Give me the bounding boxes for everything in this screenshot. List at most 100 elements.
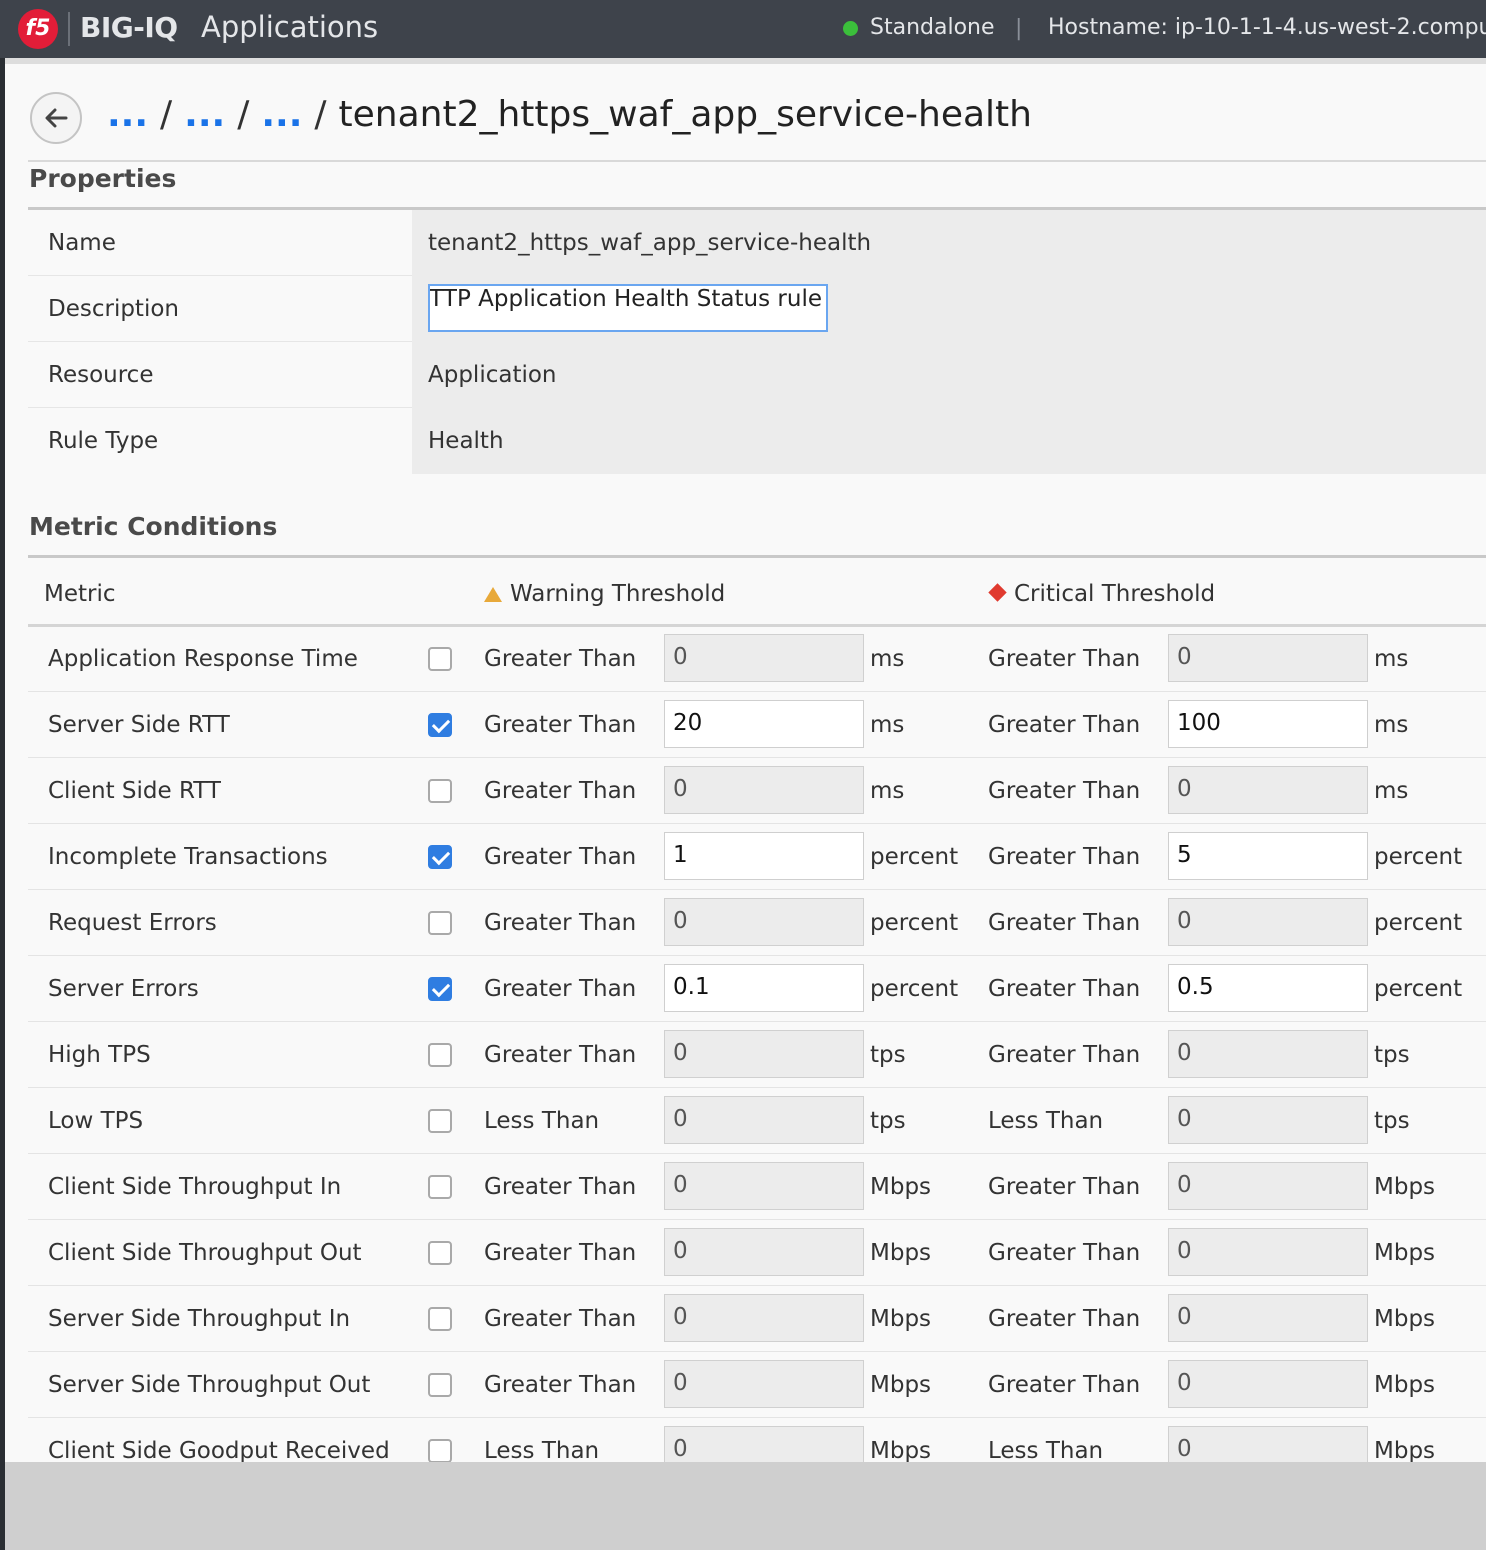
critical-threshold-input[interactable]: 0 [1168,1360,1368,1408]
breadcrumb-item[interactable]: ... [261,94,302,135]
warning-threshold-input[interactable]: 0 [664,1162,864,1210]
hostname: Hostname: ip-10-1-1-4.us-west-2.compute.… [1048,15,1486,40]
critical-unit: Mbps [1374,1438,1436,1462]
critical-unit: tps [1374,1108,1410,1134]
warning-unit: Mbps [870,1372,932,1398]
metric-enable-checkbox[interactable] [428,977,452,1001]
warning-operator: Greater Than [484,844,637,870]
warning-threshold-input[interactable]: 0 [664,1294,864,1342]
critical-threshold-input[interactable]: 5 [1168,832,1368,880]
metric-enable-checkbox[interactable] [428,1373,452,1397]
critical-threshold-input[interactable]: 0 [1168,1030,1368,1078]
metric-enable-checkbox[interactable] [428,647,452,671]
critical-diamond-icon [988,583,1007,602]
critical-unit: percent [1374,844,1463,870]
critical-unit: Mbps [1374,1240,1436,1266]
back-button[interactable] [30,92,82,144]
warning-threshold-input[interactable]: 0 [664,1360,864,1408]
property-label: Rule Type [48,428,159,454]
warning-operator: Greater Than [484,910,637,936]
warning-threshold-input[interactable]: 0 [664,1030,864,1078]
breadcrumb-item[interactable]: ... [184,94,225,135]
metric-name: Server Errors [48,976,199,1002]
metric-name: Low TPS [48,1108,144,1134]
metric-name: Server Side Throughput Out [48,1372,371,1398]
metric-row: Client Side Throughput Out Greater Than 0 M… [28,1220,1486,1286]
property-row-description: Description HTTP Application Health Stat… [28,276,1486,342]
critical-threshold-input[interactable]: 0.5 [1168,964,1368,1012]
metric-enable-checkbox[interactable] [428,1307,452,1331]
metric-enable-checkbox[interactable] [428,1439,452,1462]
critical-threshold-input[interactable]: 100 [1168,700,1368,748]
warning-unit: percent [870,910,959,936]
warning-threshold-input[interactable]: 0 [664,634,864,682]
metric-enable-checkbox[interactable] [428,1241,452,1265]
warning-unit: tps [870,1108,906,1134]
warning-column-label: Warning Threshold [510,581,726,607]
warning-operator: Less Than [484,1108,600,1134]
metric-table-body: Application Response Time Greater Than 0 ms… [28,626,1486,1462]
metric-enable-checkbox[interactable] [428,779,452,803]
warning-unit: Mbps [870,1174,932,1200]
critical-unit: percent [1374,976,1463,1002]
metric-enable-checkbox[interactable] [428,1043,452,1067]
property-label: Resource [48,362,154,388]
critical-operator: Greater Than [988,910,1141,936]
critical-threshold-input[interactable]: 0 [1168,1426,1368,1462]
property-value-bg [412,342,1486,408]
metric-enable-checkbox[interactable] [428,845,452,869]
warning-threshold-input[interactable]: 0 [664,1426,864,1462]
critical-threshold-input[interactable]: 0 [1168,1096,1368,1144]
metric-name: Client Side RTT [48,778,221,804]
warning-threshold-input[interactable]: 20 [664,700,864,748]
metric-name: Client Side Throughput Out [48,1240,362,1266]
warning-threshold-input[interactable]: 0 [664,898,864,946]
description-input[interactable]: HTTP Application Health Status rule [428,284,828,332]
breadcrumb-item[interactable]: ... [107,94,148,135]
arrow-left-icon [45,108,68,128]
metric-table-header: Metric Warning Threshold Critical Thresh… [28,561,1486,627]
logo-divider [68,12,70,46]
warning-unit: ms [870,712,905,738]
metric-enable-checkbox[interactable] [428,1109,452,1133]
f5-logo[interactable]: f5 [18,9,58,49]
critical-threshold-input[interactable]: 0 [1168,766,1368,814]
metric-row: Server Errors Greater Than 0.1 percent Great… [28,956,1486,1022]
metric-row: Request Errors Greater Than 0 percent Greate… [28,890,1486,956]
warning-threshold-input[interactable]: 0 [664,1228,864,1276]
metric-row: Application Response Time Greater Than 0 ms… [28,626,1486,692]
critical-threshold-input[interactable]: 0 [1168,1228,1368,1276]
warning-unit: tps [870,1042,906,1068]
warning-operator: Greater Than [484,1240,637,1266]
critical-column-header: Critical Threshold [988,561,1215,627]
metric-name: Client Side Throughput In [48,1174,342,1200]
metric-name: Incomplete Transactions [48,844,328,870]
critical-threshold-input[interactable]: 0 [1168,898,1368,946]
critical-threshold-input[interactable]: 0 [1168,1162,1368,1210]
metric-enable-checkbox[interactable] [428,1175,452,1199]
critical-unit: Mbps [1374,1306,1436,1332]
metric-row: Incomplete Transactions Greater Than 1 perc… [28,824,1486,890]
critical-threshold-input[interactable]: 0 [1168,634,1368,682]
warning-operator: Greater Than [484,1372,637,1398]
app-title[interactable]: Applications [201,10,378,44]
critical-operator: Less Than [988,1108,1104,1134]
warning-threshold-input[interactable]: 0 [664,766,864,814]
metric-enable-checkbox[interactable] [428,713,452,737]
critical-unit: Mbps [1374,1174,1436,1200]
product-name: BIG-IQ [80,11,178,44]
critical-operator: Greater Than [988,1372,1141,1398]
metric-column-header: Metric [44,581,116,607]
property-value: Health [428,428,504,454]
warning-threshold-input[interactable]: 0.1 [664,964,864,1012]
metric-enable-checkbox[interactable] [428,911,452,935]
warning-threshold-input[interactable]: 0 [664,1096,864,1144]
breadcrumb-separator: / [314,94,327,135]
critical-threshold-input[interactable]: 0 [1168,1294,1368,1342]
metric-name: Application Response Time [48,646,358,672]
metric-name: Server Side Throughput In [48,1306,351,1332]
critical-unit: ms [1374,646,1409,672]
warning-threshold-input[interactable]: 1 [664,832,864,880]
warning-operator: Greater Than [484,1306,637,1332]
critical-operator: Greater Than [988,1174,1141,1200]
